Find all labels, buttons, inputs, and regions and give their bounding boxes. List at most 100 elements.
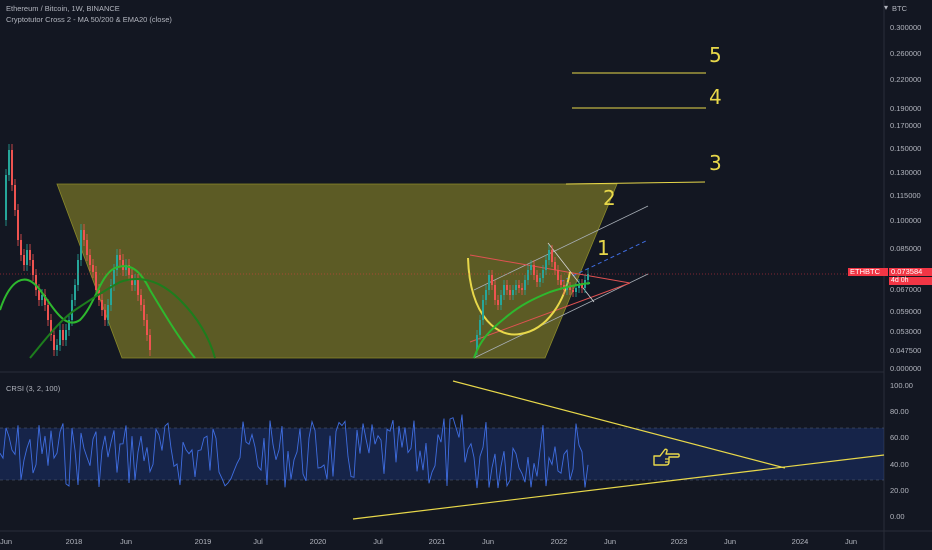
candle-body: [485, 290, 487, 300]
indicator-title: Cryptotutor Cross 2 - MA 50/200 & EMA20 …: [6, 15, 172, 24]
candle-body: [8, 150, 10, 175]
time-tick-label: Jun: [844, 537, 858, 546]
time-tick-label: Jun: [603, 537, 617, 546]
symbol-title: Ethereum / Bitcoin, 1W, BINANCE: [6, 4, 120, 13]
candle-body: [95, 272, 97, 290]
price-tick-label: 0.170000: [890, 121, 922, 130]
candle-body: [80, 230, 82, 260]
price-tick-label: 0.085000: [890, 244, 922, 253]
annotation-label-5[interactable]: 5: [709, 43, 722, 67]
candle-body: [587, 274, 589, 280]
candle-body: [113, 270, 115, 285]
price-tick-label: 0.100000: [890, 216, 922, 225]
candle-body: [554, 262, 556, 270]
candle-body: [140, 295, 142, 305]
time-tick-label: Jun: [481, 537, 495, 546]
candle-body: [575, 288, 577, 292]
candle-body: [17, 210, 19, 240]
time-tick-label: 2022: [550, 537, 568, 546]
price-tick-label: 0.260000: [890, 49, 922, 58]
candle-body: [545, 260, 547, 270]
price-tick-label: 0.059000: [890, 307, 922, 316]
candle-body: [134, 280, 136, 285]
time-tick-label: Jun: [119, 537, 133, 546]
candle-body: [512, 290, 514, 295]
candle-body: [122, 260, 124, 270]
candle-body: [533, 265, 535, 275]
candle-body: [515, 285, 517, 290]
target-line-3[interactable]: [565, 181, 706, 185]
time-tick-label: Jun: [0, 537, 13, 546]
currency-label[interactable]: BTC: [892, 4, 907, 13]
candle-body: [521, 288, 523, 290]
price-tick-label: 0.067000: [890, 285, 922, 294]
candle-body: [479, 320, 481, 335]
candle-body: [104, 310, 106, 320]
annotation-label-1[interactable]: 1: [597, 236, 610, 260]
candle-body: [101, 300, 103, 310]
candle-body: [65, 330, 67, 340]
oscillator-tick-label: 60.00: [890, 433, 909, 442]
candle-body: [62, 330, 64, 340]
candle-body: [14, 185, 16, 210]
time-tick-label: Jul: [373, 537, 383, 546]
candle-body: [89, 255, 91, 265]
candle-body: [71, 300, 73, 320]
candle-body: [92, 265, 94, 272]
candle-body: [503, 285, 505, 295]
time-tick-label: 2024: [791, 537, 809, 546]
candle-body: [53, 335, 55, 350]
candle-body: [557, 270, 559, 280]
candle-body: [20, 240, 22, 255]
currency-dropdown-icon[interactable]: ▾: [884, 3, 888, 12]
price-tick-label: 0.047500: [890, 346, 922, 355]
candle-body: [491, 275, 493, 285]
candle-body: [536, 275, 538, 282]
candle-body: [47, 305, 49, 320]
last-price-value: 0.073584: [889, 268, 932, 276]
candle-body: [83, 230, 85, 240]
candle-body: [41, 295, 43, 300]
time-tick-label: 2020: [309, 537, 327, 546]
pointing-hand-icon[interactable]: [652, 448, 680, 468]
candle-body: [548, 250, 550, 260]
price-tick-label: 0.000000: [890, 364, 922, 373]
candle-body: [32, 260, 34, 275]
price-tick-label: 0.150000: [890, 144, 922, 153]
annotation-label-4[interactable]: 4: [709, 85, 722, 109]
price-tick-label: 0.053000: [890, 327, 922, 336]
time-tick-label: Jun: [723, 537, 737, 546]
candle-body: [509, 290, 511, 295]
candle-body: [560, 280, 562, 285]
time-tick-label: 2023: [670, 537, 688, 546]
candle-body: [524, 280, 526, 290]
candle-body: [11, 150, 13, 185]
candle-body: [26, 250, 28, 265]
candle-body: [551, 250, 553, 262]
candle-body: [77, 260, 79, 285]
candle-body: [518, 285, 520, 288]
price-tick-label: 0.190000: [890, 104, 922, 113]
candle-body: [488, 275, 490, 290]
oscillator-tick-label: 20.00: [890, 486, 909, 495]
candle-body: [143, 305, 145, 320]
oscillator-tick-label: 100.00: [890, 381, 913, 390]
candle-body: [59, 330, 61, 345]
candle-body: [56, 345, 58, 350]
time-tick-label: 2018: [65, 537, 83, 546]
price-tick-label: 0.300000: [890, 23, 922, 32]
candle-body: [23, 255, 25, 265]
price-tick-label: 0.130000: [890, 168, 922, 177]
candle-body: [482, 300, 484, 320]
ticker-tag: ETHBTC: [848, 268, 888, 276]
price-tick-label: 0.220000: [890, 75, 922, 84]
bar-countdown: 4d 0h: [889, 277, 932, 285]
time-tick-label: 2021: [428, 537, 446, 546]
chart-canvas[interactable]: [0, 0, 932, 550]
annotation-label-3[interactable]: 3: [709, 151, 722, 175]
oscillator-tick-label: 80.00: [890, 407, 909, 416]
annotation-label-2[interactable]: 2: [603, 186, 616, 210]
time-tick-label: 2019: [194, 537, 212, 546]
candle-body: [527, 270, 529, 280]
candle-body: [119, 255, 121, 260]
